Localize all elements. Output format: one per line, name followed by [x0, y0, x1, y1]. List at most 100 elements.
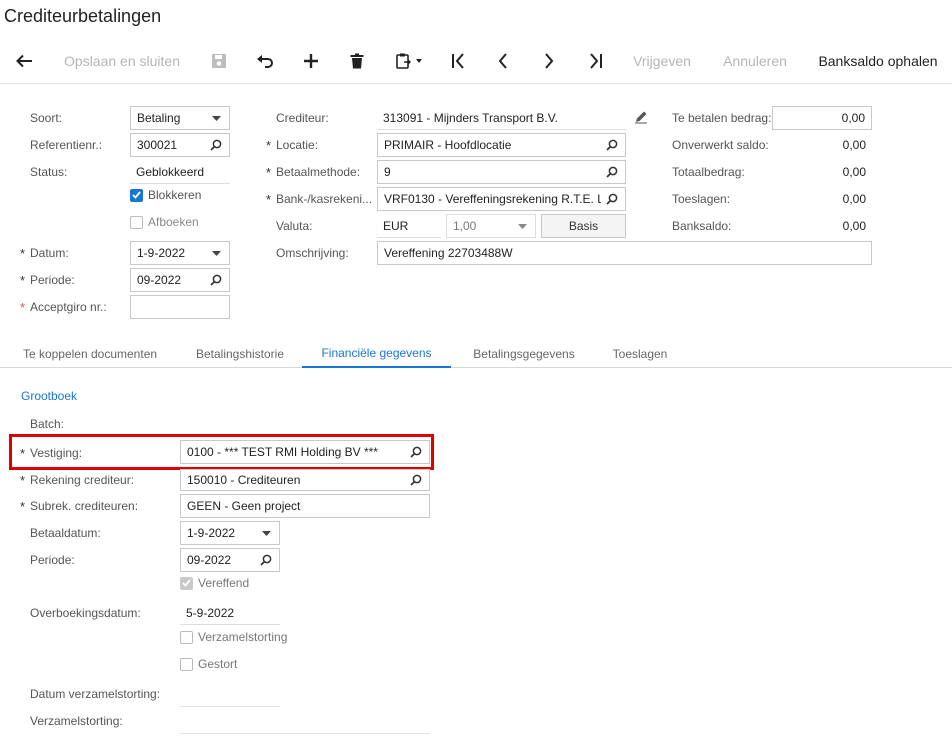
- required-marker: *: [20, 446, 26, 461]
- batch-label: Batch:: [30, 417, 65, 431]
- edit-pencil-icon[interactable]: [634, 110, 648, 127]
- periode-field[interactable]: 09-2022: [130, 268, 230, 292]
- undo-icon[interactable]: [250, 38, 280, 84]
- status-label: Status:: [30, 165, 68, 179]
- tab-bar: Te koppelen documenten Betalingshistorie…: [0, 340, 952, 368]
- first-record-icon[interactable]: [442, 38, 474, 84]
- toeslagen-value: 0,00: [842, 192, 866, 206]
- referentie-label: Referentienr.:: [30, 138, 103, 152]
- soort-label: Soort:: [30, 111, 63, 125]
- gestort-checkbox[interactable]: Gestort: [180, 657, 237, 671]
- search-icon[interactable]: [209, 138, 223, 152]
- add-icon[interactable]: [296, 38, 326, 84]
- bankrekening-field[interactable]: VRF0130 - Vereffeningsrekening R.T.E. L: [377, 187, 626, 211]
- previous-record-icon[interactable]: [488, 38, 518, 84]
- acceptgiro-label: Acceptgiro nr.:: [30, 300, 107, 314]
- search-icon[interactable]: [209, 273, 223, 287]
- verzamelstorting-value: [180, 733, 430, 734]
- last-record-icon[interactable]: [580, 38, 612, 84]
- toolbar: Opslaan en sluiten Vrijgeven Annuleren B…: [0, 38, 952, 84]
- search-icon[interactable]: [605, 138, 619, 152]
- vestiging-label: Vestiging:: [30, 446, 83, 460]
- back-icon[interactable]: [8, 38, 40, 84]
- required-marker: *: [266, 192, 272, 207]
- onverwerkt-value: 0,00: [842, 138, 866, 152]
- omschrijving-field[interactable]: Vereffening 22703488W: [377, 241, 872, 265]
- afboeken-checkbox[interactable]: Afboeken: [130, 215, 199, 229]
- blokkeren-checkbox[interactable]: Blokkeren: [130, 188, 201, 202]
- soort-select[interactable]: Betaling: [130, 106, 230, 130]
- required-marker: *: [20, 499, 26, 514]
- required-marker: *: [266, 138, 272, 153]
- required-marker: *: [20, 246, 26, 261]
- release-button[interactable]: Vrijgeven: [626, 38, 698, 84]
- valuta-value: EUR: [377, 214, 441, 238]
- totaal-label: Totaalbedrag:: [672, 165, 745, 179]
- rekening-crediteur-field[interactable]: 150010 - Crediteuren: [180, 469, 430, 491]
- subrek-field[interactable]: GEEN - Geen project: [180, 494, 430, 518]
- status-value: Geblokkeerd: [130, 160, 230, 184]
- valuta-label: Valuta:: [276, 219, 313, 233]
- required-marker: *: [20, 473, 26, 488]
- crediteur-value: 313091 - Mijnders Transport B.V.: [377, 106, 626, 130]
- page-title: Crediteurbetalingen: [4, 6, 162, 26]
- acceptgiro-field[interactable]: [130, 295, 230, 319]
- te-betalen-label: Te betalen bedrag:: [672, 111, 772, 125]
- rekening-crediteur-label: Rekening crediteur:: [30, 473, 135, 487]
- gl-periode-label: Periode:: [30, 553, 75, 567]
- toeslagen-label: Toeslagen:: [672, 192, 731, 206]
- gl-periode-field[interactable]: 09-2022: [180, 548, 280, 572]
- datum-field[interactable]: 1-9-2022: [130, 241, 230, 265]
- search-icon[interactable]: [605, 165, 619, 179]
- datum-label: Datum:: [30, 246, 69, 260]
- tab-toeslagen[interactable]: Toeslagen: [600, 340, 680, 368]
- betaalmethode-field[interactable]: 9: [377, 160, 626, 184]
- required-marker: *: [266, 165, 272, 180]
- checkbox-unchecked-icon: [180, 630, 193, 644]
- bankrekening-label: Bank-/kasrekeni...: [276, 192, 373, 206]
- next-record-icon[interactable]: [534, 38, 564, 84]
- basis-button[interactable]: Basis: [541, 214, 626, 238]
- betaalmethode-label: Betaalmethode:: [276, 165, 361, 179]
- banksaldo-value: 0,00: [842, 219, 866, 233]
- verzamelstorting-label: Verzamelstorting:: [30, 714, 123, 728]
- referentie-field[interactable]: 300021: [130, 133, 230, 157]
- betaaldatum-field[interactable]: 1-9-2022: [180, 521, 280, 545]
- banksaldo-label: Banksaldo:: [672, 219, 732, 233]
- search-icon[interactable]: [409, 445, 423, 459]
- vestiging-field[interactable]: 0100 - *** TEST RMI Holding BV ***: [180, 440, 430, 464]
- locatie-field[interactable]: PRIMAIR - Hoofdlocatie: [377, 133, 626, 157]
- tab-financiele-gegevens[interactable]: Financiële gegevens: [302, 340, 451, 368]
- chevron-down-icon[interactable]: [209, 246, 223, 260]
- search-icon[interactable]: [259, 553, 273, 567]
- tab-betalingsgegevens[interactable]: Betalingsgegevens: [462, 340, 586, 368]
- save-icon[interactable]: [204, 38, 234, 84]
- save-close-button[interactable]: Opslaan en sluiten: [54, 38, 190, 84]
- checkbox-unchecked-icon: [130, 215, 143, 229]
- search-icon[interactable]: [605, 192, 619, 206]
- checkbox-checked-icon: [130, 188, 143, 202]
- bank-balance-button[interactable]: Banksaldo ophalen: [810, 38, 946, 84]
- totaal-value: 0,00: [842, 165, 866, 179]
- datum-verzamelstorting-label: Datum verzamelstorting:: [30, 687, 161, 701]
- onverwerkt-label: Onverwerkt saldo:: [672, 138, 769, 152]
- delete-icon[interactable]: [342, 38, 372, 84]
- checkbox-checked-icon: [180, 576, 193, 590]
- required-marker: *: [20, 273, 26, 288]
- te-betalen-field[interactable]: 0,00: [772, 106, 872, 130]
- chevron-down-icon: [209, 111, 223, 125]
- clipboard-menu-icon[interactable]: [388, 38, 430, 84]
- verzamelstorting-checkbox[interactable]: Verzamelstorting: [180, 630, 287, 644]
- cancel-button[interactable]: Annuleren: [714, 38, 796, 84]
- overboekingsdatum-value: 5-9-2022: [180, 601, 280, 625]
- rate-select[interactable]: 1,00: [446, 214, 536, 238]
- required-marker: *: [20, 300, 26, 315]
- chevron-down-icon: [515, 219, 529, 233]
- tab-betalingshistorie[interactable]: Betalingshistorie: [182, 340, 298, 368]
- vereffend-checkbox[interactable]: Vereffend: [180, 576, 249, 590]
- datum-verzamelstorting-value: [180, 706, 280, 707]
- search-icon[interactable]: [409, 473, 423, 487]
- betaaldatum-label: Betaaldatum:: [30, 526, 101, 540]
- chevron-down-icon[interactable]: [259, 526, 273, 540]
- tab-te-koppelen-documenten[interactable]: Te koppelen documenten: [10, 340, 170, 368]
